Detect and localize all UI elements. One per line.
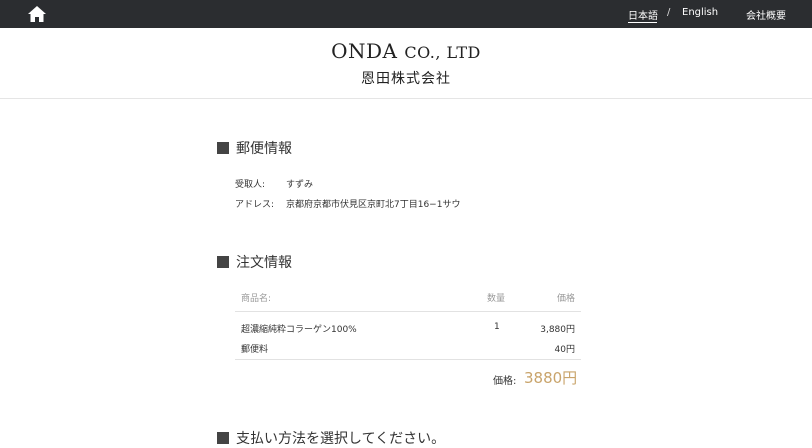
section-marker-icon — [217, 432, 229, 444]
payment-title-text: 支払い方法を選択してください。 — [236, 431, 446, 447]
brand-name-main: ONDA — [331, 39, 405, 63]
recipient-value: すずみ — [286, 180, 314, 190]
nav-separator: / — [667, 7, 671, 18]
shipping-title-text: 郵便情報 — [236, 141, 292, 157]
brand-name-suffix: CO., LTD — [404, 43, 481, 62]
address-label: アドレス: — [235, 200, 275, 210]
item-quantity: 1 — [494, 322, 500, 332]
order-title-text: 注文情報 — [236, 255, 292, 271]
top-navbar: 日本語 / English 会社概要 — [0, 0, 812, 28]
order-section-title: 注文情報 — [217, 252, 292, 272]
home-icon[interactable] — [28, 6, 46, 22]
section-marker-icon — [217, 256, 229, 268]
nav-company-info[interactable]: 会社概要 — [746, 7, 786, 22]
table-divider — [235, 359, 581, 360]
nav-lang-english[interactable]: English — [682, 7, 718, 18]
payment-section-title: 支払い方法を選択してください。 — [217, 428, 445, 448]
header-product: 商品名: — [241, 294, 272, 304]
shipping-fee-price: 40円 — [554, 345, 575, 355]
address-value: 京都府京都市伏見区京町北7丁目16−1サウ — [286, 200, 461, 210]
shipping-fee-name: 郵便料 — [241, 345, 269, 355]
recipient-label: 受取人: — [235, 180, 266, 190]
nav-lang-japanese[interactable]: 日本語 — [628, 7, 658, 22]
brand-name-japanese: 恩田株式会社 — [361, 71, 451, 87]
table-divider — [235, 311, 581, 312]
item-price: 3,880円 — [540, 325, 575, 335]
total-value: 3880円 — [524, 369, 578, 387]
total-label: 価格: — [493, 376, 517, 387]
section-marker-icon — [217, 142, 229, 154]
header-quantity: 数量 — [487, 294, 506, 304]
site-header: ONDA CO., LTD 恩田株式会社 — [0, 28, 812, 99]
item-name: 超濃縮純粋コラーゲン100% — [241, 325, 357, 335]
active-lang-underline — [628, 22, 657, 23]
header-price: 価格 — [556, 294, 575, 304]
shipping-section-title: 郵便情報 — [217, 138, 292, 158]
brand-name-english: ONDA CO., LTD — [0, 39, 812, 63]
